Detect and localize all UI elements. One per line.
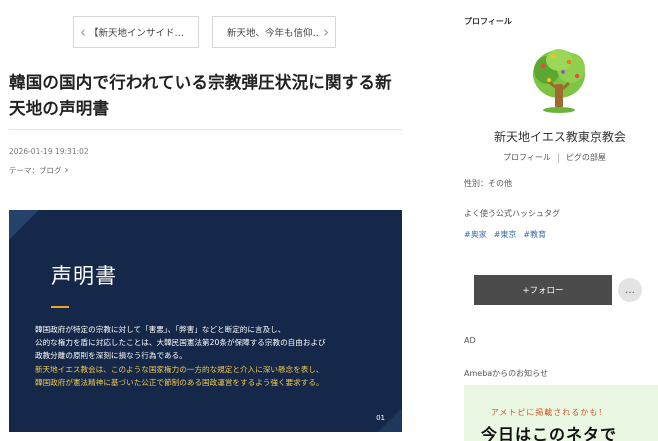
gender-text: 性別：その他 [464, 179, 512, 188]
statement-image: 声明書 韓国政府が特定の宗教に対して「害悪」、「弊害」などと断定的に言及し、 公… [9, 210, 402, 432]
ameba-notice-heading: Amebaからのお知らせ [464, 369, 549, 378]
article-title: 韓国の国内で行われている宗教弾圧状況に関する新天地の声明書 [9, 73, 392, 118]
statement-line: 韓国政府が特定の宗教に対して「害悪」、「弊害」などと断定的に言及し、 [35, 325, 286, 334]
more-options-button[interactable]: … [618, 278, 642, 302]
accent-dash [51, 306, 69, 308]
statement-line: 政教分離の原則を深刻に損なう行為である。 [35, 351, 187, 361]
post-date: 2026-01-19 19:31:02 [9, 147, 89, 156]
promo-subtitle: アメトピに掲載されるかも！ [490, 408, 608, 417]
chevron-left-icon: ‹ [80, 23, 86, 41]
promo-banner[interactable]: アメトピに掲載されるかも！ 今日はこのネタで [464, 385, 658, 441]
statement-line: 公的な権力を盾に対応したことは、大韓民国憲法第20条が保障する宗教の自由および [35, 338, 326, 348]
post-theme-label: テーマ：ブログ [9, 166, 62, 175]
title-divider [9, 129, 402, 130]
decorative-corner [9, 210, 39, 240]
profile-links: プロフィール ピグの部屋 [503, 152, 606, 163]
previous-article-label: 【新天地インサイド… [89, 28, 185, 39]
post-theme-link[interactable]: テーマ：ブログ › [9, 165, 69, 176]
hashtag-link[interactable]: #東京 [494, 229, 517, 240]
pigg-room-link[interactable]: ピグの部屋 [566, 152, 606, 163]
hashtag-link[interactable]: #奥家 [464, 229, 487, 240]
previous-article-button[interactable]: ‹ 【新天地インサイド… [73, 16, 199, 48]
profile-heading: プロフィール [464, 17, 512, 26]
next-article-label: 新天地、今年も信仰… [227, 28, 320, 39]
hashtag-link[interactable]: #教育 [523, 229, 546, 240]
chevron-right-icon: › [64, 165, 69, 176]
hashtag-heading: よく使う公式ハッシュタグ [464, 209, 560, 218]
statement-line: 新天地イエス教会は、このような国家権力の一方的な規定と介入に深い懸念を表し、 [35, 364, 324, 374]
follow-button[interactable]: +フォロー [474, 275, 612, 305]
ad-label: AD [464, 336, 476, 345]
hashtag-list: #奥家 #東京 #教育 [464, 229, 546, 240]
profile-link[interactable]: プロフィール [503, 152, 551, 163]
blog-name[interactable]: 新天地イエス教東京教会 [488, 128, 632, 145]
next-article-button[interactable]: 新天地、今年も信仰… › [212, 16, 336, 48]
divider [557, 152, 559, 163]
statement-heading: 声明書 [51, 264, 117, 288]
avatar[interactable] [523, 44, 595, 116]
statement-body: 韓国政府が特定の宗教に対して「害悪」、「弊害」などと断定的に言及し、 公的な権力… [35, 323, 385, 389]
chevron-right-icon: › [323, 23, 329, 41]
promo-title: 今日はこのネタで [480, 425, 617, 441]
page-number: 01 [376, 414, 385, 422]
statement-line: 韓国政府が憲法精神に基づいた公正で節制のある国政運営をするよう強く要求する。 [35, 377, 324, 387]
